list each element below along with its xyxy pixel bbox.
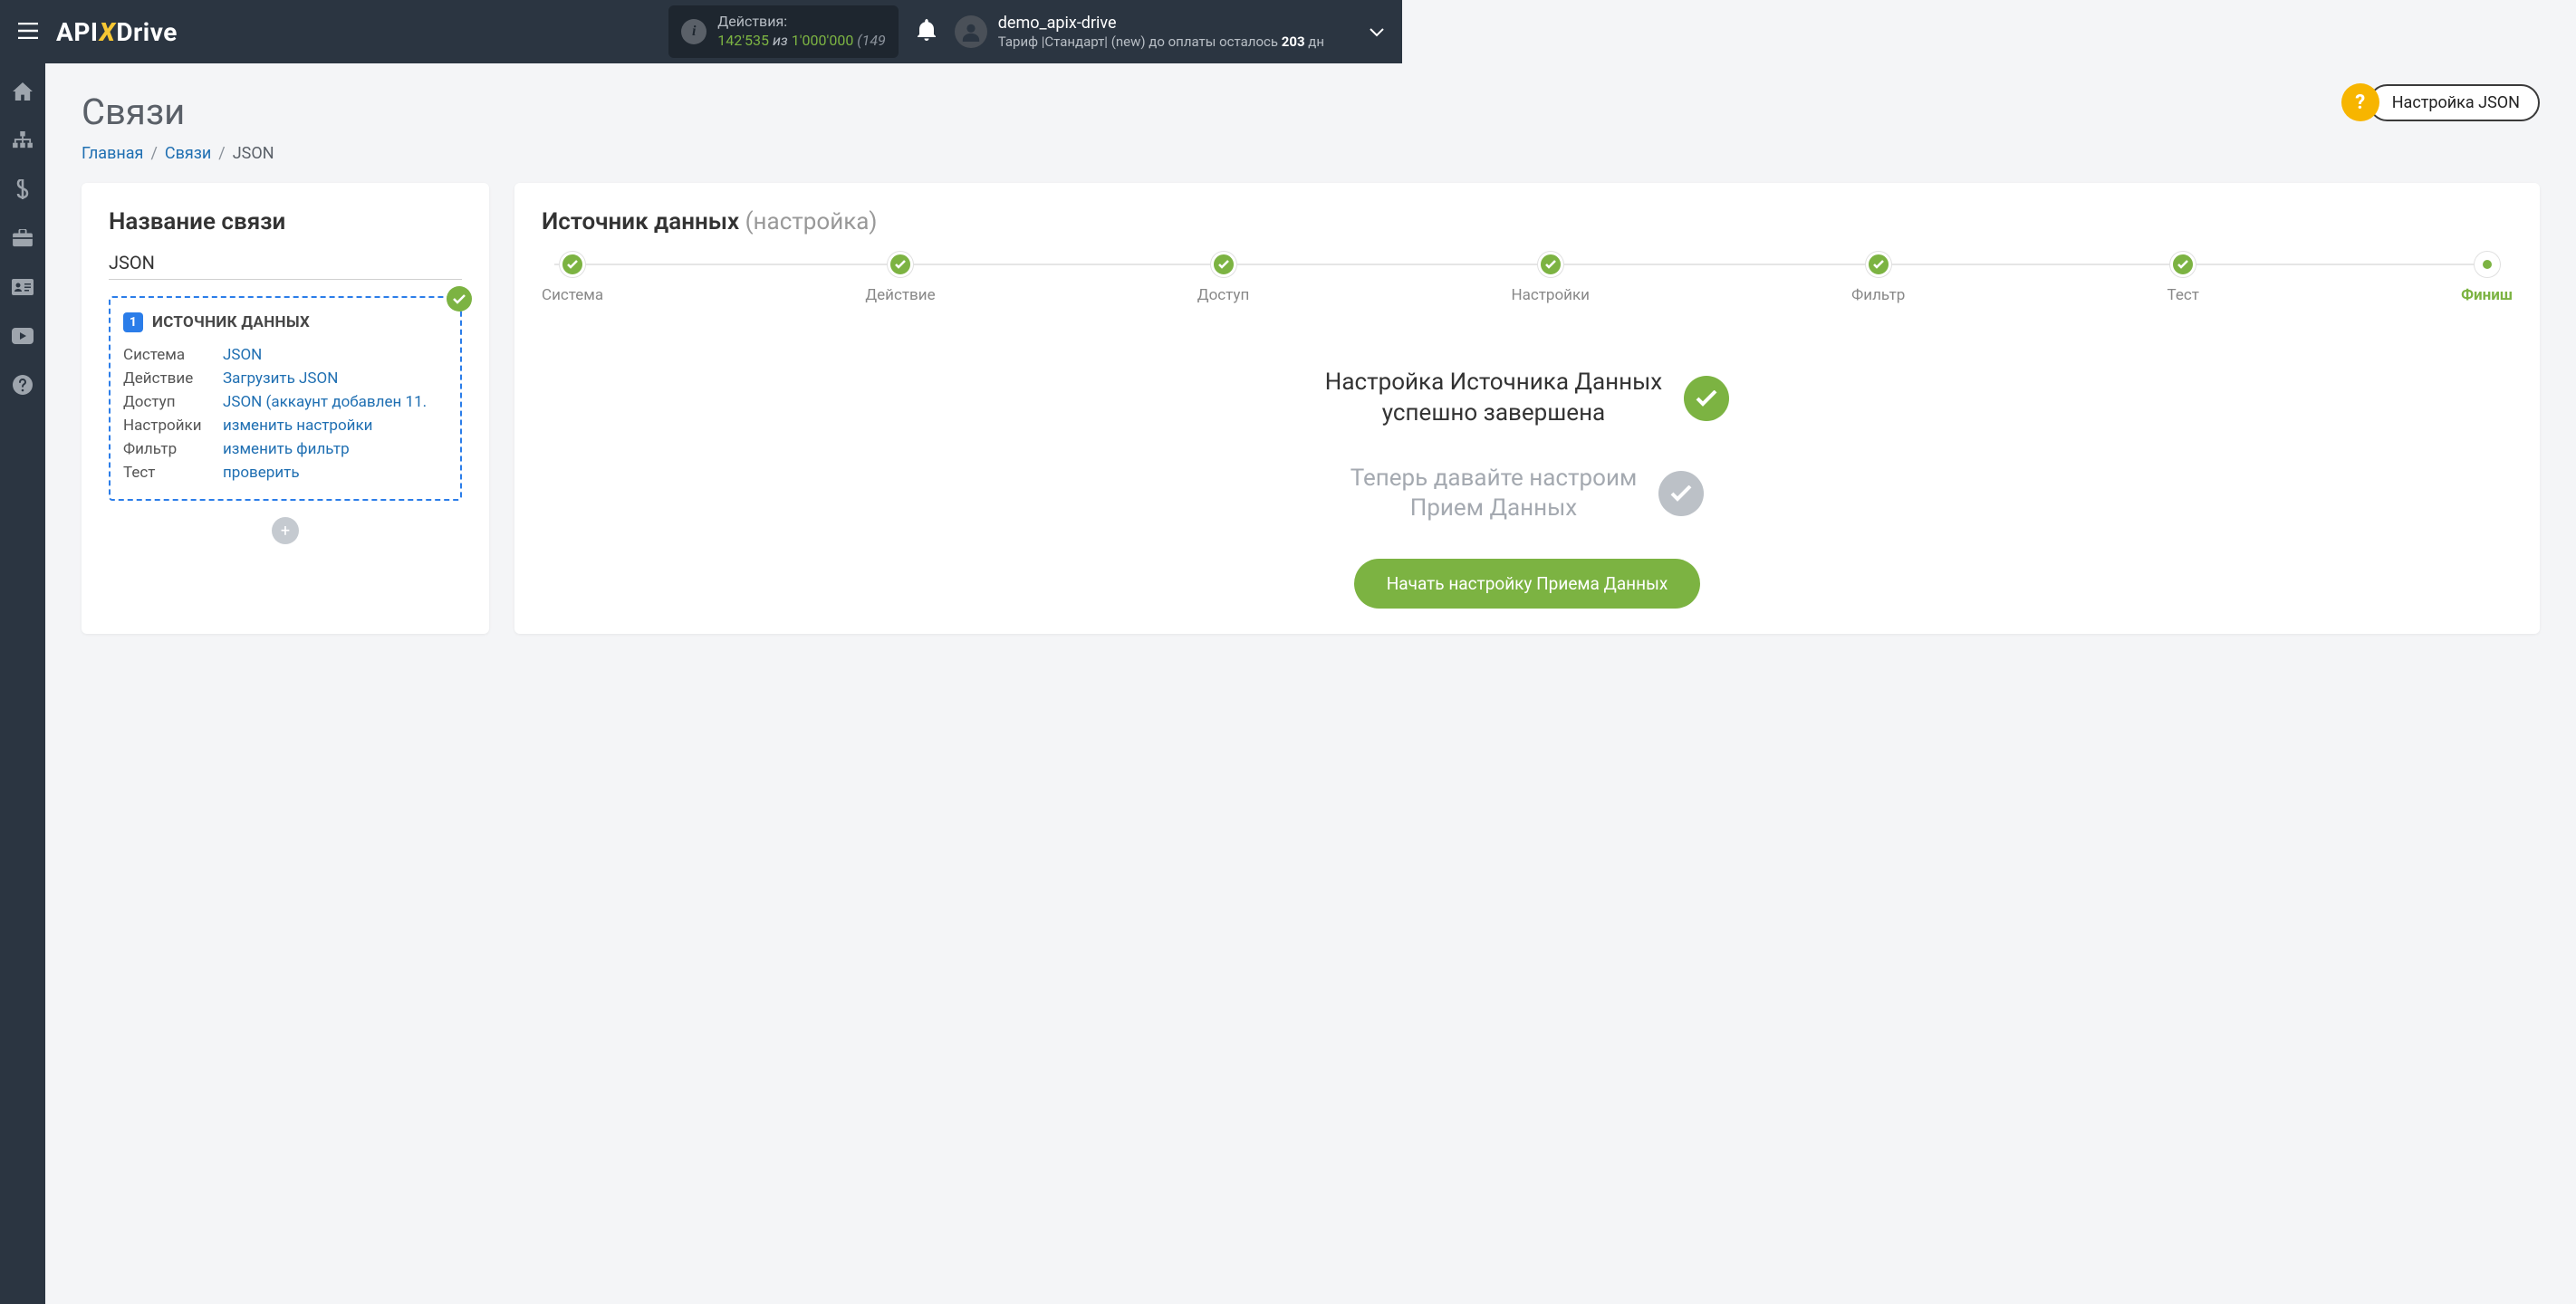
num-badge: 1 xyxy=(123,312,143,332)
check-icon xyxy=(1658,471,1704,516)
table-row: СистемаJSON xyxy=(123,343,447,367)
source-setup-card: Источник данных (настройка) Система Дейс… xyxy=(514,183,2540,634)
status-success: Настройка Источника Данных успешно завер… xyxy=(542,368,2513,429)
actions-numbers: 142'535 из 1'000'000 (149 xyxy=(717,32,886,51)
sidebar-home[interactable] xyxy=(0,80,45,103)
content: Связи Главная / Связи / JSON ? Настройка… xyxy=(45,63,2576,1304)
start-receive-setup-button[interactable]: Начать настройку Приема Данных xyxy=(1354,559,1701,609)
connection-title: Название связи xyxy=(109,208,462,235)
user-name: demo_apix-drive xyxy=(998,13,1324,34)
sidebar-billing[interactable] xyxy=(0,177,45,201)
source-setup-title: Источник данных (настройка) xyxy=(542,208,2513,235)
sidebar-idcard[interactable] xyxy=(0,275,45,299)
status-success-text: Настройка Источника Данных успешно завер… xyxy=(1325,368,1662,429)
bell-icon[interactable] xyxy=(917,19,937,44)
table-row: Настройкиизменить настройки xyxy=(123,414,447,437)
connection-card: Название связи JSON 1 ИСТОЧНИК ДАННЫХ Си… xyxy=(82,183,489,634)
step-action[interactable]: Действие xyxy=(865,252,935,304)
status-next: Теперь давайте настроим Прием Данных xyxy=(542,464,2513,525)
menu-button[interactable] xyxy=(18,19,38,44)
table-row: ДействиеЗагрузить JSON xyxy=(123,367,447,390)
step-test[interactable]: Тест xyxy=(2167,252,2199,304)
check-icon xyxy=(1684,376,1729,421)
connection-name[interactable]: JSON xyxy=(109,252,462,280)
breadcrumb: Главная / Связи / JSON xyxy=(82,144,2540,163)
step-settings[interactable]: Настройки xyxy=(1511,252,1590,304)
add-button[interactable]: + xyxy=(272,517,299,544)
sidebar xyxy=(0,63,45,1304)
sidebar-briefcase[interactable] xyxy=(0,226,45,250)
logo[interactable]: APIXDrive xyxy=(56,17,178,47)
question-icon: ? xyxy=(2341,83,2379,121)
sidebar-connections[interactable] xyxy=(0,129,45,152)
sidebar-help[interactable] xyxy=(0,373,45,397)
steps: Система Действие Доступ Настройки Фильтр… xyxy=(542,252,2513,304)
table-row: Фильтризменить фильтр xyxy=(123,437,447,461)
table-row: ДоступJSON (аккаунт добавлен 11. xyxy=(123,390,447,414)
actions-label: Действия: xyxy=(717,13,886,32)
step-access[interactable]: Доступ xyxy=(1197,252,1250,304)
help-label: Настройка JSON xyxy=(2369,84,2540,121)
check-icon xyxy=(447,286,472,312)
step-finish[interactable]: Финиш xyxy=(2461,252,2513,304)
status-next-text: Теперь давайте настроим Прием Данных xyxy=(1350,464,1638,525)
breadcrumb-home[interactable]: Главная xyxy=(82,144,143,163)
sidebar-video[interactable] xyxy=(0,324,45,348)
avatar xyxy=(955,15,987,48)
user-plan: Тариф |Стандарт| (new) до оплаты осталос… xyxy=(998,34,1324,52)
breadcrumb-current: JSON xyxy=(233,144,274,163)
step-filter[interactable]: Фильтр xyxy=(1851,252,1905,304)
info-icon: i xyxy=(681,19,706,44)
page-title: Связи xyxy=(82,91,2540,133)
step-system[interactable]: Система xyxy=(542,252,603,304)
actions-counter[interactable]: i Действия: 142'535 из 1'000'000 (149 xyxy=(668,5,899,58)
source-box[interactable]: 1 ИСТОЧНИК ДАННЫХ СистемаJSON ДействиеЗа… xyxy=(109,296,462,501)
header: APIXDrive i Действия: 142'535 из 1'000'0… xyxy=(0,0,1402,63)
user-block[interactable]: demo_apix-drive Тариф |Стандарт| (new) д… xyxy=(955,13,1324,52)
table-row: Тестпроверить xyxy=(123,461,447,484)
source-header: 1 ИСТОЧНИК ДАННЫХ xyxy=(123,312,447,332)
chevron-down-icon[interactable] xyxy=(1370,24,1384,41)
help-button[interactable]: ? Настройка JSON xyxy=(2341,83,2540,121)
breadcrumb-links[interactable]: Связи xyxy=(165,144,211,163)
source-table: СистемаJSON ДействиеЗагрузить JSON Досту… xyxy=(123,343,447,484)
